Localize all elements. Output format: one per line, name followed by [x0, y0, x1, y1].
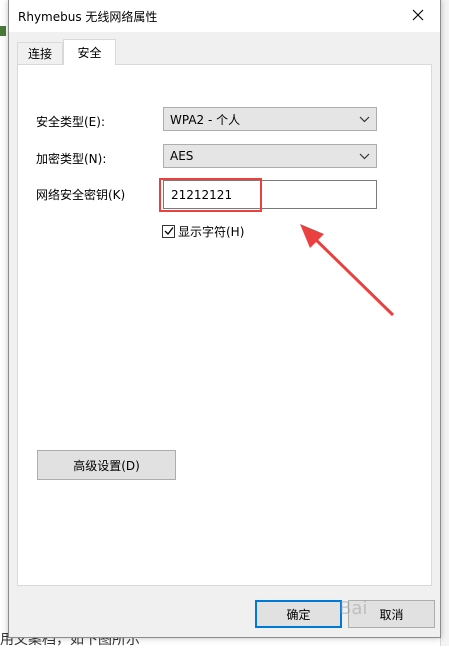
annotation-highlight-box	[159, 178, 262, 212]
security-type-label: 安全类型(E):	[36, 115, 105, 129]
show-characters-label: 显示字符(H)	[178, 224, 245, 239]
ok-button[interactable]: 确定	[255, 600, 342, 628]
show-characters-checkbox[interactable]	[162, 224, 175, 238]
tab-security[interactable]: 安全	[63, 39, 116, 65]
security-type-value: WPA2 - 个人	[170, 112, 241, 127]
window-title: Rhymebus 无线网络属性	[18, 10, 158, 24]
background-mark	[0, 26, 6, 36]
close-icon	[412, 9, 424, 21]
encryption-type-value: AES	[170, 149, 194, 163]
tab-label: 安全	[77, 46, 102, 60]
wireless-properties-dialog: Rhymebus 无线网络属性 连接 安全 安全类型(E): WPA2 - 个人…	[8, 0, 441, 638]
network-key-label: 网络安全密钥(K)	[36, 188, 126, 202]
cancel-button[interactable]: 取消	[348, 600, 435, 628]
title-bar[interactable]: Rhymebus 无线网络属性	[9, 0, 440, 32]
security-panel: 安全类型(E): WPA2 - 个人 加密类型(N): AES 网络安全密钥(K…	[17, 64, 432, 586]
close-button[interactable]	[396, 0, 440, 30]
tab-connection[interactable]: 连接	[17, 42, 63, 64]
chevron-down-icon	[359, 116, 370, 123]
annotation-arrow-icon	[300, 224, 395, 317]
security-type-select[interactable]: WPA2 - 个人	[163, 107, 377, 131]
checkmark-icon	[164, 227, 174, 235]
advanced-settings-button[interactable]: 高级设置(D)	[37, 450, 176, 480]
tab-label: 连接	[27, 47, 52, 61]
background-right-edge	[440, 0, 449, 646]
show-characters-option[interactable]: 显示字符(H)	[162, 223, 244, 239]
encryption-type-label: 加密类型(N):	[36, 152, 107, 166]
chevron-down-icon	[359, 153, 370, 160]
encryption-type-select[interactable]: AES	[163, 144, 377, 168]
